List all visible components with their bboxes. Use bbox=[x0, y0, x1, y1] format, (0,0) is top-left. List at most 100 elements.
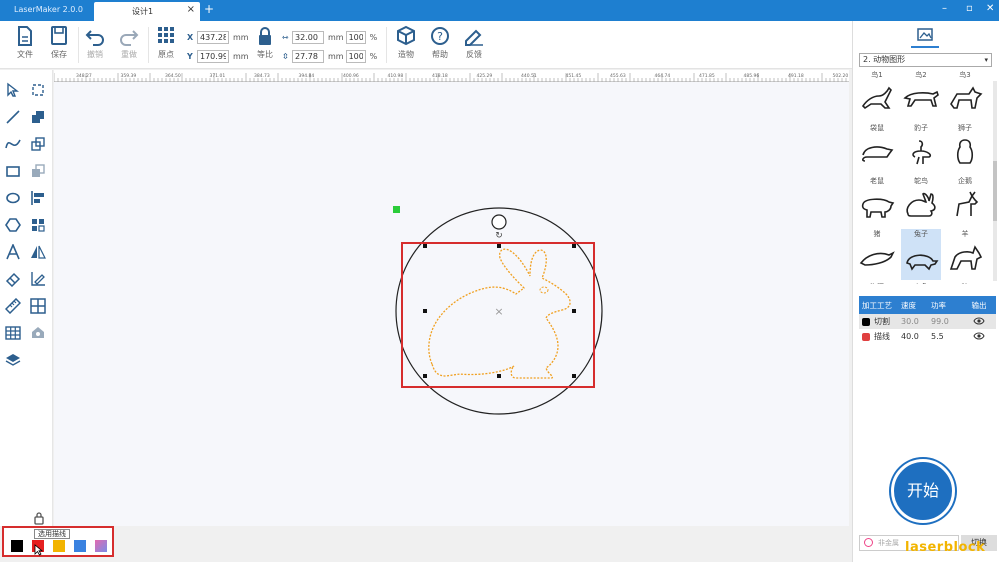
combine-tool[interactable] bbox=[28, 134, 48, 154]
rotate-icon[interactable]: ↻ bbox=[495, 231, 503, 241]
shape-label: 老鼠 bbox=[870, 177, 884, 185]
polygon-tool[interactable] bbox=[3, 215, 23, 235]
shape-item[interactable]: 兔子 bbox=[901, 229, 941, 280]
eye-icon[interactable] bbox=[964, 332, 994, 342]
deer-icon bbox=[956, 191, 979, 217]
width-input[interactable] bbox=[292, 30, 324, 44]
height-input[interactable] bbox=[292, 49, 324, 63]
shape-item[interactable]: 狼 bbox=[945, 282, 985, 284]
shape-label: 羊 bbox=[961, 230, 969, 238]
eye-icon[interactable] bbox=[964, 317, 994, 327]
image-library-icon[interactable] bbox=[916, 27, 934, 43]
ruler-label: 471.85 bbox=[699, 73, 715, 79]
lock-color-icon[interactable] bbox=[32, 511, 46, 525]
shape-item[interactable]: 鸟1 bbox=[857, 70, 897, 111]
shape-item[interactable]: 鸵鸟 bbox=[901, 176, 941, 227]
group-tool[interactable] bbox=[28, 215, 48, 235]
node-edit-tool[interactable] bbox=[28, 80, 48, 100]
close-window-icon[interactable]: ✕ bbox=[986, 3, 994, 14]
undo-button[interactable]: 撤销 bbox=[78, 25, 112, 65]
hanging-ring[interactable] bbox=[491, 214, 507, 230]
layers-tool[interactable] bbox=[3, 350, 23, 370]
file-button[interactable]: 文件 bbox=[8, 25, 42, 65]
ruler-label: 384.73 bbox=[254, 73, 270, 79]
shape-item[interactable]: 鸟2 bbox=[901, 70, 941, 111]
shape-item[interactable]: 乌龟 bbox=[901, 282, 941, 284]
shape-item[interactable]: 狮子 bbox=[945, 123, 985, 174]
line-icon bbox=[6, 110, 20, 124]
image-tool[interactable] bbox=[28, 323, 48, 343]
eraser-tool[interactable] bbox=[3, 269, 23, 289]
swatch-gradient[interactable] bbox=[95, 540, 107, 552]
layer-row-cut[interactable]: 切割 30.0 99.0 bbox=[859, 314, 996, 329]
lock-icon bbox=[259, 27, 271, 45]
minimize-icon[interactable]: – bbox=[942, 3, 947, 14]
width-icon: ⇿ bbox=[282, 32, 289, 42]
ruler-icon bbox=[5, 298, 21, 314]
swatch-blue[interactable] bbox=[74, 540, 86, 552]
draw-tool[interactable] bbox=[28, 269, 48, 289]
table-tool[interactable] bbox=[3, 323, 23, 343]
align-tool[interactable] bbox=[28, 188, 48, 208]
x-input[interactable] bbox=[197, 30, 229, 44]
shape-library-grid: 鸟1 鸟2 鸟3 袋鼠 豹子 狮子老鼠 鸵鸟 企鹅猪 兔子 羊海豚 乌龟 狼 bbox=[857, 70, 989, 284]
shape-item[interactable]: 羊 bbox=[945, 229, 985, 280]
curve-tool[interactable] bbox=[3, 134, 23, 154]
swatch-black[interactable] bbox=[11, 540, 23, 552]
canvas-drawing: ↻ × bbox=[393, 206, 603, 415]
shape-item[interactable]: 豹子 bbox=[901, 123, 941, 174]
design-canvas[interactable]: ↻ × bbox=[54, 82, 849, 526]
shape-item[interactable]: 鸟3 bbox=[945, 70, 985, 111]
move-handle[interactable] bbox=[393, 206, 400, 213]
origin-button[interactable]: 原点 bbox=[149, 25, 183, 65]
rectangle-icon bbox=[6, 166, 20, 177]
feedback-button[interactable]: 反馈 bbox=[457, 25, 491, 65]
help-button[interactable]: ? 帮助 bbox=[423, 25, 457, 65]
y-input[interactable] bbox=[197, 49, 229, 63]
new-tab-button[interactable]: + bbox=[204, 2, 214, 16]
right-panel: 2. 动物图形 ▾ 鸟1 鸟2 鸟3 袋鼠 豹子 狮子老鼠 鸵鸟 企鹅猪 兔子 羊海豚 乌龟 狼 加工… bbox=[852, 21, 999, 562]
text-tool[interactable] bbox=[3, 242, 23, 262]
rectangle-tool[interactable] bbox=[3, 161, 23, 181]
swatch-yellow[interactable] bbox=[53, 540, 65, 552]
select-tool[interactable] bbox=[3, 80, 23, 100]
shape-label: 兔子 bbox=[914, 230, 928, 238]
wolf-icon bbox=[949, 245, 983, 270]
line-tool[interactable] bbox=[3, 107, 23, 127]
measure-tool[interactable] bbox=[3, 296, 23, 316]
save-button[interactable]: 保存 bbox=[42, 25, 76, 65]
layer-row-line[interactable]: 描线 40.0 5.5 bbox=[859, 329, 996, 344]
shape-item[interactable]: 袋鼠 bbox=[857, 123, 897, 174]
width-scale-input[interactable] bbox=[345, 30, 366, 44]
width-field: ⇿ mm % bbox=[282, 30, 377, 44]
array-tool[interactable] bbox=[28, 296, 48, 316]
shape-category-select[interactable]: 2. 动物图形 ▾ bbox=[859, 53, 992, 67]
ruler-label: 491.18 bbox=[788, 73, 804, 79]
build-button[interactable]: 造物 bbox=[389, 25, 423, 65]
shape-item[interactable]: 猪 bbox=[857, 229, 897, 280]
layers-icon bbox=[5, 354, 21, 366]
pig-icon bbox=[861, 198, 895, 218]
redo-button[interactable]: 重做 bbox=[112, 25, 146, 65]
shape-grid-scrollbar[interactable] bbox=[993, 81, 997, 281]
scrollbar-thumb[interactable] bbox=[993, 161, 997, 221]
subtract-tool[interactable] bbox=[28, 161, 48, 181]
ruler-label: 464.74 bbox=[655, 73, 671, 79]
node-edit-icon bbox=[32, 84, 44, 96]
shape-label: 袋鼠 bbox=[870, 124, 884, 132]
ruler-ticks: 348.27 359.39 364.50 371.01 384.73 394.84 400.… bbox=[54, 73, 848, 82]
tab-design1[interactable]: 设计1 × bbox=[94, 2, 200, 21]
fill-tool[interactable] bbox=[28, 107, 48, 127]
mirror-tool[interactable] bbox=[28, 242, 48, 262]
start-button[interactable]: 开始 bbox=[891, 459, 955, 523]
ellipse-tool[interactable] bbox=[3, 188, 23, 208]
shape-item[interactable]: 海豚 bbox=[857, 282, 897, 284]
shape-label: 乌龟 bbox=[901, 282, 941, 284]
height-scale-input[interactable] bbox=[345, 49, 366, 63]
close-tab-icon[interactable]: × bbox=[187, 4, 195, 15]
maximize-icon[interactable]: ▫ bbox=[966, 3, 973, 14]
shape-item[interactable]: 老鼠 bbox=[857, 176, 897, 227]
lock-ratio-button[interactable]: 等比 bbox=[248, 25, 282, 65]
shape-item[interactable]: 企鹅 bbox=[945, 176, 985, 227]
help-icon: ? bbox=[431, 27, 449, 45]
